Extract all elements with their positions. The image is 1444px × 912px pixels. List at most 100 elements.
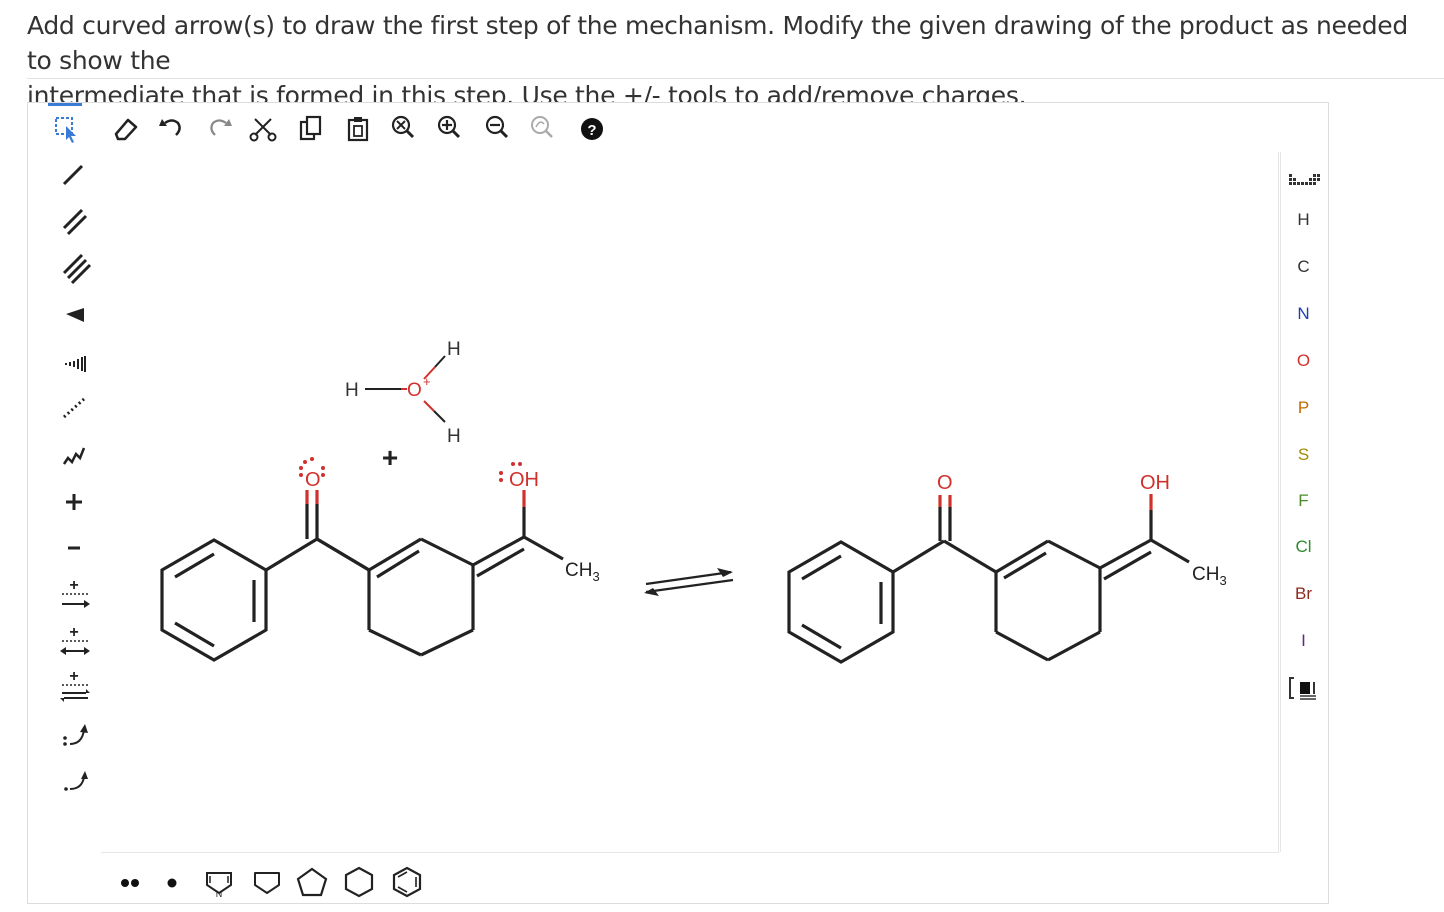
- bottom-toolbar: N: [101, 855, 1278, 901]
- drawing-canvas[interactable]: H O + H H + O OH CH3 O OH CH3: [101, 152, 1279, 853]
- svg-text:N: N: [216, 889, 223, 899]
- element-toolbar: H C N O P S F Cl Br I: [1280, 152, 1326, 852]
- element-br-button[interactable]: Br: [1281, 574, 1326, 614]
- eraser-icon: [114, 118, 138, 141]
- question-prompt: Add curved arrow(s) to draw the first st…: [27, 8, 1427, 113]
- svg-text:+: +: [69, 624, 78, 641]
- svg-text:?: ?: [587, 122, 596, 139]
- negative-charge-icon: [68, 546, 80, 550]
- single-bond-icon: [62, 164, 84, 186]
- reactant-molecule[interactable]: O OH CH3: [160, 457, 600, 662]
- cyclohexane-template-button[interactable]: [339, 859, 379, 899]
- radical-icon: [167, 878, 177, 888]
- cyclopentane-template-button[interactable]: [292, 859, 332, 899]
- cut-icon: [249, 118, 277, 142]
- svg-text:+: +: [69, 577, 78, 594]
- element-n-button[interactable]: N: [1281, 294, 1326, 334]
- copy-icon: [299, 115, 322, 141]
- benzene-template-icon: [392, 866, 422, 898]
- svg-text:+: +: [69, 668, 78, 685]
- element-f-button[interactable]: F: [1281, 481, 1326, 521]
- positive-charge-button[interactable]: [28, 479, 100, 525]
- cut-button[interactable]: [246, 107, 280, 147]
- help-button[interactable]: ?: [575, 107, 609, 147]
- zoom-out-button[interactable]: [480, 107, 514, 147]
- equilibrium-arrow[interactable]: [644, 568, 734, 596]
- single-bond-button[interactable]: [28, 152, 100, 198]
- wavy-bond-button[interactable]: [28, 432, 100, 478]
- hashed-wedge-button[interactable]: [28, 339, 100, 385]
- reaction-arrow-icon: +: [62, 577, 90, 608]
- zoom-reset-icon: [391, 115, 415, 139]
- clean-structure-icon: [531, 116, 553, 138]
- element-o-button[interactable]: O: [1281, 341, 1326, 381]
- cyclohexane-template-icon: [344, 866, 374, 898]
- zoom-in-icon: [437, 115, 461, 139]
- cyclopentane-template-icon: [296, 867, 328, 897]
- resonance-arrow-icon: +: [60, 624, 90, 655]
- hashed-wedge-icon: [65, 356, 86, 372]
- product-ketone-o: O: [937, 472, 953, 494]
- resonance-arrow-button[interactable]: +: [28, 619, 100, 665]
- redo-icon: [210, 119, 232, 136]
- reactant-methyl: CH3: [565, 560, 600, 584]
- electron-pair-arrow-icon: [63, 724, 88, 746]
- double-bond-button[interactable]: [28, 198, 100, 244]
- element-p-button[interactable]: P: [1281, 388, 1326, 428]
- product-methyl: CH3: [1192, 564, 1227, 588]
- equilibrium-arrow-icon: +: [60, 668, 90, 702]
- element-i-button[interactable]: I: [1281, 621, 1326, 661]
- double-bond-icon: [62, 208, 88, 236]
- radical-button[interactable]: [156, 859, 188, 899]
- hydronium-o: O: [407, 380, 422, 401]
- periodic-table-icon: [1289, 174, 1320, 185]
- pyrrole-template-button[interactable]: N: [199, 859, 239, 899]
- atom-list-icon: [1289, 677, 1316, 700]
- hydronium-ion[interactable]: H O + H H: [345, 339, 461, 447]
- element-c-button[interactable]: C: [1281, 247, 1326, 287]
- plus-sign: +: [382, 442, 398, 473]
- single-electron-arrow-button[interactable]: [28, 759, 100, 805]
- help-icon: ?: [581, 118, 603, 140]
- cyclobutane-template-icon: [254, 872, 280, 894]
- triple-bond-button[interactable]: [28, 245, 100, 291]
- lone-pair-icon: [121, 879, 139, 887]
- element-h-button[interactable]: H: [1281, 200, 1326, 240]
- reaction-drawing: H O + H H + O OH CH3 O OH CH3: [160, 339, 1227, 664]
- product-molecule[interactable]: O OH CH3: [787, 472, 1227, 664]
- reactant-enol-oh: OH: [509, 469, 539, 491]
- zoom-in-button[interactable]: [432, 107, 466, 147]
- redo-button[interactable]: [202, 107, 236, 147]
- zoom-reset-button[interactable]: [386, 107, 420, 147]
- element-cl-button[interactable]: Cl: [1281, 527, 1326, 567]
- left-toolbar: + + +: [28, 152, 100, 852]
- reaction-arrow-button[interactable]: +: [28, 572, 100, 618]
- hydronium-h-bottom: H: [447, 426, 461, 447]
- eraser-button[interactable]: [108, 107, 142, 147]
- atom-list-button[interactable]: [1281, 668, 1326, 708]
- equilibrium-arrow-button[interactable]: +: [28, 665, 100, 711]
- wedge-bond-button[interactable]: [28, 292, 100, 338]
- select-tool-button[interactable]: [48, 103, 82, 150]
- lone-pair-button[interactable]: [109, 859, 149, 899]
- select-icon: [55, 117, 76, 143]
- clean-structure-button[interactable]: [525, 107, 559, 147]
- positive-charge-icon: [66, 494, 82, 510]
- negative-charge-button[interactable]: [28, 525, 100, 571]
- electron-pair-arrow-button[interactable]: [28, 712, 100, 758]
- divider: [27, 78, 1444, 79]
- undo-button[interactable]: [155, 107, 189, 147]
- hydronium-h-left: H: [345, 380, 359, 401]
- wavy-bond-icon: [62, 447, 86, 465]
- dashed-bond-button[interactable]: [28, 385, 100, 431]
- copy-button[interactable]: [293, 107, 327, 147]
- element-s-button[interactable]: S: [1281, 435, 1326, 475]
- reactant-ketone-o: O: [305, 469, 321, 491]
- zoom-out-icon: [485, 115, 509, 139]
- periodic-table-button[interactable]: [1281, 156, 1326, 196]
- dashed-bond-icon: [62, 397, 86, 419]
- cyclobutane-template-button[interactable]: [247, 859, 287, 899]
- paste-button[interactable]: [341, 107, 375, 147]
- benzene-template-button[interactable]: [387, 859, 427, 899]
- undo-icon: [159, 119, 181, 136]
